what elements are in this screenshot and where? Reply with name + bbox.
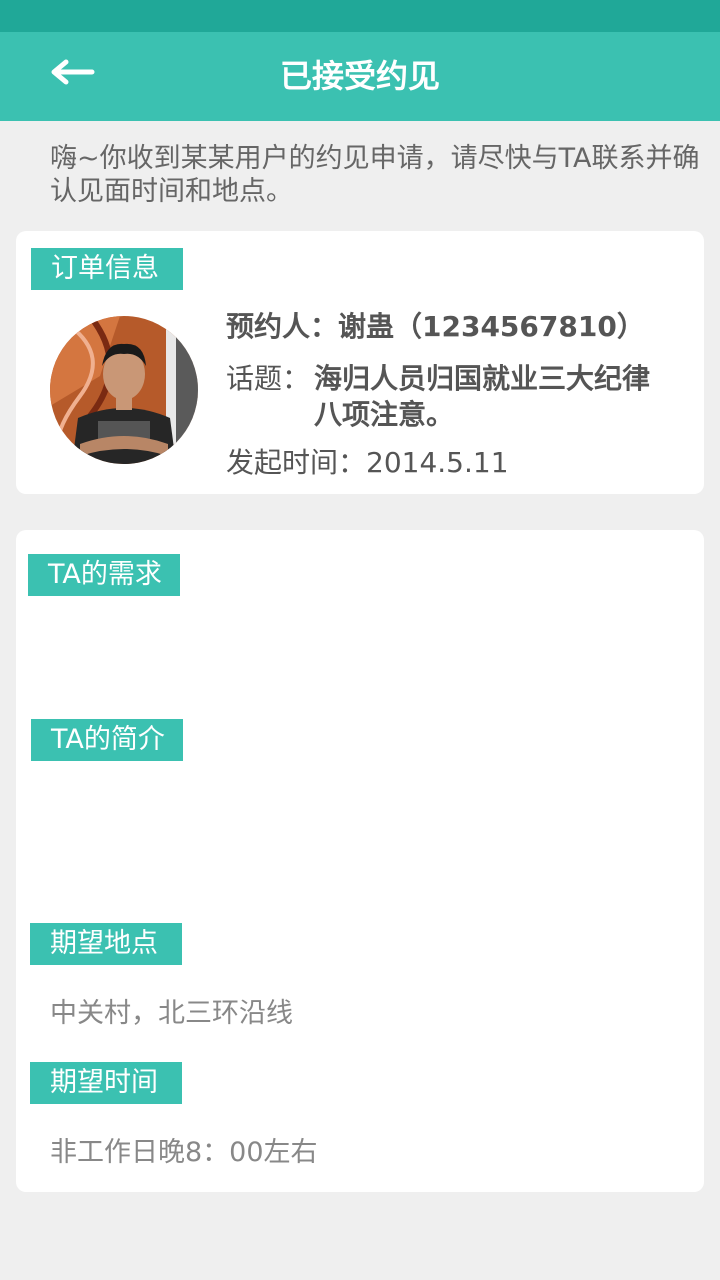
status-bar bbox=[0, 0, 720, 32]
needs-section-label: TA的需求 bbox=[28, 554, 180, 596]
location-section-label: 期望地点 bbox=[30, 923, 182, 965]
booker-info: 预约人：谢蛊（1234567810） bbox=[226, 310, 645, 343]
intro-text: 嗨~你收到某某用户的约见申请，请尽快与TA联系并确认见面时间和地点。 bbox=[50, 143, 700, 207]
profile-section-label: TA的简介 bbox=[31, 719, 183, 761]
location-value: 中关村，北三环沿线 bbox=[50, 998, 293, 1029]
order-card: 订单信息 预约人：谢蛊（1234567810） 话题： 海归人员归国就业三大纪律… bbox=[16, 231, 704, 494]
topic-label: 话题： bbox=[226, 362, 311, 395]
details-card: TA的需求 TA的简介 期望地点 中关村，北三环沿线 期望时间 非工作日晚8：0… bbox=[16, 530, 704, 1192]
time-section-label: 期望时间 bbox=[30, 1062, 182, 1104]
title-bar: 已接受约见 bbox=[0, 32, 720, 121]
start-time: 发起时间：2014.5.11 bbox=[226, 446, 509, 479]
topic-value: 海归人员归国就业三大纪律八项注意。 bbox=[314, 362, 651, 431]
order-section-label: 订单信息 bbox=[31, 248, 183, 290]
time-value: 非工作日晚8：00左右 bbox=[50, 1137, 318, 1168]
page-title: 已接受约见 bbox=[279, 57, 440, 95]
avatar bbox=[50, 316, 198, 464]
